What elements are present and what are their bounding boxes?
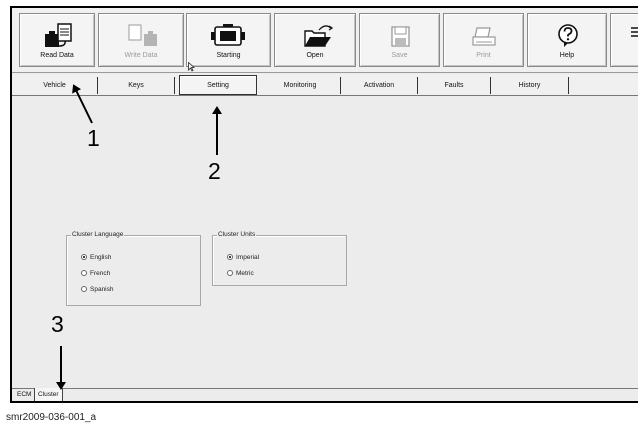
- callout-arrows: [56, 84, 222, 390]
- callout-arrow-1: [72, 84, 93, 124]
- callout-3: 3: [51, 311, 64, 337]
- callout-1: 1: [87, 125, 100, 151]
- figure-caption: smr2009-036-001_a: [6, 412, 97, 423]
- callout-2: 2: [208, 158, 221, 184]
